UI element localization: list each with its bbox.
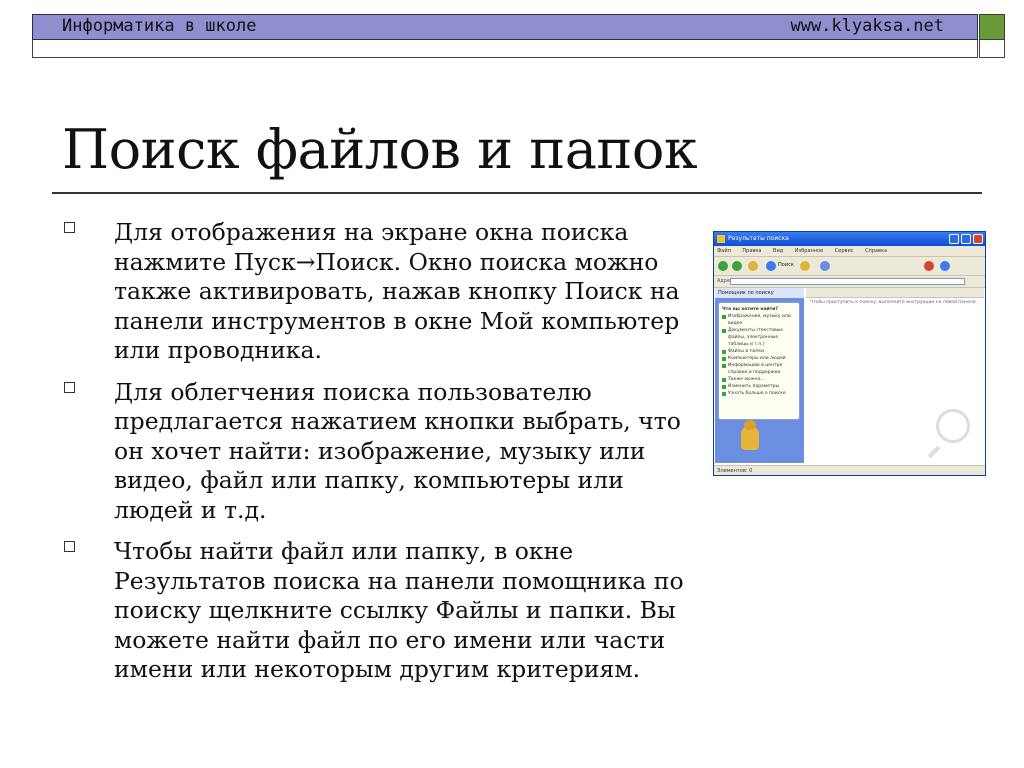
menu-item: Вид <box>773 248 784 254</box>
delete-icon <box>924 261 934 271</box>
bullet-item: Для облегчения поиска пользователю предл… <box>62 378 702 526</box>
maximize-icon <box>961 234 971 244</box>
header-left-text: Информатика в школе <box>62 16 257 36</box>
pane-option: Узнать больше о поиске <box>722 390 796 397</box>
forward-icon <box>732 261 742 271</box>
magnifier-icon <box>936 409 970 443</box>
header-url: www.klyaksa.net <box>790 16 944 36</box>
bullet-square-icon <box>64 381 75 393</box>
header-shadow <box>32 40 978 58</box>
pane-header: Помощник по поиску <box>715 288 804 298</box>
results-area: Чтобы приступить к поиску, выполните инс… <box>806 288 984 463</box>
pane-option: Документы (текстовые файлы, электронные … <box>722 327 796 348</box>
search-assistant-pane: Помощник по поиску Что вы хотите найти? … <box>715 288 804 463</box>
views-icon <box>820 261 830 271</box>
back-icon <box>718 261 728 271</box>
status-bar: Элементов: 0 <box>714 465 985 475</box>
bullet-text: Для облегчения поиска пользователю предл… <box>114 377 681 524</box>
results-message: Чтобы приступить к поиску, выполните инс… <box>810 300 977 305</box>
folders-icon <box>800 261 810 271</box>
results-columns <box>806 288 984 298</box>
pane-question: Что вы хотите найти? <box>722 307 779 312</box>
pane-option: Компьютеры или людей <box>722 355 796 362</box>
bullet-list: Для отображения на экране окна поиска на… <box>62 218 702 697</box>
slide-title: Поиск файлов и папок <box>62 118 698 181</box>
menu-item: Избранное <box>794 248 824 254</box>
accent-square-lower <box>979 40 1005 58</box>
menu-item: Правка <box>742 248 762 254</box>
undo-icon <box>940 261 950 271</box>
search-dog-icon <box>741 420 759 450</box>
up-folder-icon <box>748 261 758 271</box>
pane-option: Информацию в центре справки и поддержки <box>722 362 796 376</box>
pane-option: Изменить параметры <box>722 383 796 390</box>
assistant-bubble: Что вы хотите найти? Изображения, музыку… <box>718 302 800 420</box>
menu-item: Сервис <box>834 248 854 254</box>
address-bar: Адрес <box>714 276 985 288</box>
pane-option: Изображения, музыку или видео <box>722 313 796 327</box>
search-window-screenshot: Результаты поиска Файл Правка Вид Избран… <box>713 231 986 476</box>
bullet-item: Чтобы найти файл или папку, в окне Резул… <box>62 537 702 685</box>
window-toolbar: Поиск <box>714 257 985 276</box>
menu-item: Файл <box>717 248 731 254</box>
close-icon <box>973 234 983 244</box>
window-title: Результаты поиска <box>728 235 789 242</box>
address-field <box>730 278 965 285</box>
minimize-icon <box>949 234 959 244</box>
bullet-text: Для отображения на экране окна поиска на… <box>114 218 680 364</box>
accent-square <box>979 14 1005 40</box>
window-menubar: Файл Правка Вид Избранное Сервис Справка <box>714 246 985 257</box>
bullet-item: Для отображения на экране окна поиска на… <box>62 218 702 366</box>
folder-icon <box>717 235 725 243</box>
pane-option: Также можно... <box>722 376 796 383</box>
bullet-text: Чтобы найти файл или папку, в окне Резул… <box>114 537 684 683</box>
title-divider <box>52 192 982 194</box>
search-icon <box>766 261 776 271</box>
search-button-label: Поиск <box>778 262 794 268</box>
bullet-square-icon <box>64 222 75 233</box>
bullet-square-icon <box>64 541 75 552</box>
window-titlebar: Результаты поиска <box>714 232 985 246</box>
menu-item: Справка <box>865 248 888 254</box>
pane-option: Файлы и папки <box>722 348 796 355</box>
